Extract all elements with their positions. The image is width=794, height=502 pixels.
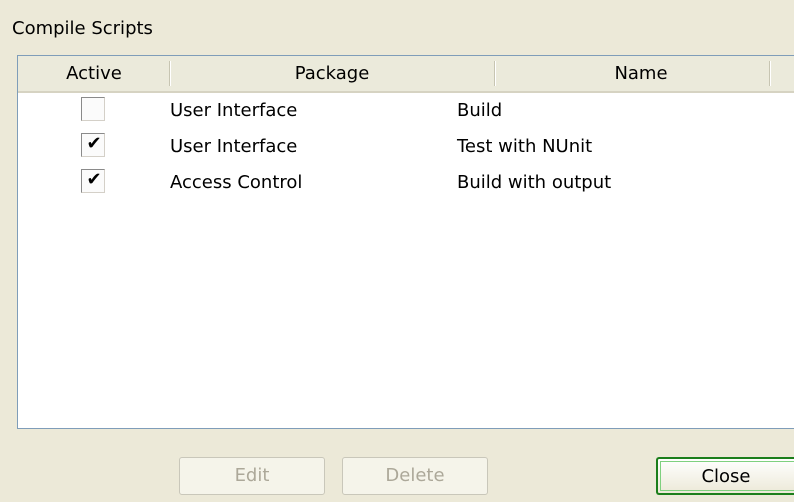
scripts-list[interactable]: Active Package Name User Interface Build… (17, 55, 794, 429)
list-header: Active Package Name (18, 56, 794, 93)
active-checkbox[interactable]: ✔ (81, 133, 105, 157)
compile-scripts-dialog: Compile Scripts Active Package Name User… (0, 0, 794, 502)
name-cell: Test with NUnit (457, 136, 593, 157)
checkmark-icon: ✔ (86, 133, 102, 154)
table-row[interactable]: ✔ Access Control Build with output (18, 165, 794, 201)
table-row[interactable]: ✔ User Interface Test with NUnit (18, 129, 794, 165)
column-header-active[interactable]: Active (18, 56, 170, 91)
package-cell: Access Control (170, 172, 303, 193)
edit-button[interactable]: Edit (179, 457, 325, 495)
column-header-package[interactable]: Package (170, 56, 494, 91)
dialog-title: Compile Scripts (12, 18, 153, 39)
package-cell: User Interface (170, 100, 298, 121)
delete-button[interactable]: Delete (342, 457, 488, 495)
package-cell: User Interface (170, 136, 298, 157)
active-checkbox[interactable]: ✔ (81, 169, 105, 193)
close-button-label: Close (701, 466, 751, 487)
name-cell: Build with output (457, 172, 612, 193)
checkmark-icon: ✔ (86, 169, 102, 190)
active-checkbox[interactable] (81, 97, 105, 121)
table-row[interactable]: User Interface Build (18, 93, 794, 129)
column-header-name[interactable]: Name (494, 56, 788, 91)
close-button[interactable]: Close (656, 457, 794, 495)
column-separator[interactable] (769, 61, 771, 86)
name-cell: Build (457, 100, 503, 121)
checkmark-icon (84, 96, 104, 116)
